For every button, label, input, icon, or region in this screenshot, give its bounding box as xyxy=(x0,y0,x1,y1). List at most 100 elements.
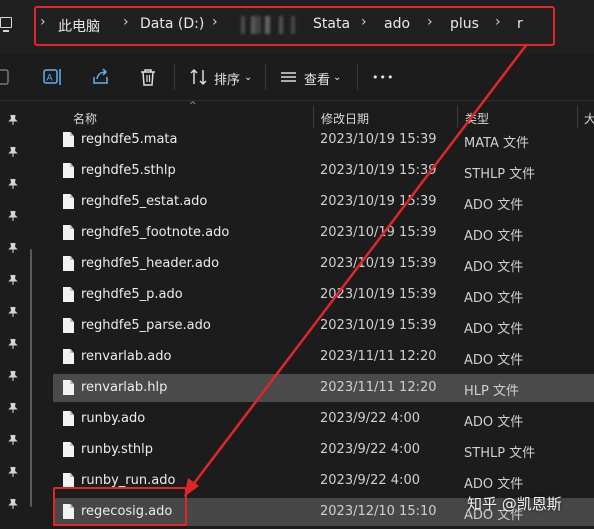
file-date: 2023/11/11 12:20 xyxy=(320,349,437,364)
file-name: runby.ado xyxy=(81,411,146,426)
file-type: MATA 文件 xyxy=(464,136,530,151)
file-row[interactable]: reghdfe5_p.ado 2023/10/19 15:39 ADO 文件 xyxy=(53,281,594,309)
pin-icon[interactable] xyxy=(8,403,18,413)
file-icon xyxy=(63,442,74,457)
rename-icon[interactable]: A xyxy=(43,67,63,87)
file-name: runby_run.ado xyxy=(81,473,176,488)
file-row[interactable]: reghdfe5.mata 2023/10/19 15:39 MATA 文件 xyxy=(53,126,594,154)
pin-icon[interactable] xyxy=(8,371,18,381)
view-icon[interactable] xyxy=(279,67,299,87)
file-icon xyxy=(63,411,74,426)
toolbar-divider xyxy=(357,64,358,90)
file-icon xyxy=(63,349,74,364)
pin-icon[interactable] xyxy=(8,499,18,509)
file-type: STHLP 文件 xyxy=(464,446,536,461)
file-name: reghdfe5_estat.ado xyxy=(81,194,208,209)
file-icon xyxy=(63,163,74,178)
delete-icon[interactable] xyxy=(138,67,158,87)
file-name: reghdfe5.sthlp xyxy=(81,163,176,178)
column-header: ^ 名称 修改日期 类型 大 xyxy=(46,101,594,128)
command-bar: A 排序 ⌄ 查看 ⌄ ••• xyxy=(0,54,594,101)
highlight-box-file xyxy=(53,487,187,526)
file-icon xyxy=(63,380,74,395)
file-date: 2023/9/22 4:00 xyxy=(320,411,420,426)
computer-icon xyxy=(0,17,12,32)
file-row[interactable]: reghdfe5_footnote.ado 2023/10/19 15:39 A… xyxy=(53,219,594,247)
file-date: 2023/10/19 15:39 xyxy=(320,194,437,209)
file-name: reghdfe5_header.ado xyxy=(81,256,220,271)
sort-button[interactable]: 排序 xyxy=(214,69,240,88)
view-button[interactable]: 查看 xyxy=(304,69,330,88)
chevron-down-icon[interactable]: ⌄ xyxy=(333,72,341,83)
file-date: 2023/9/22 4:00 xyxy=(320,442,420,457)
file-name: reghdfe5_footnote.ado xyxy=(81,225,230,240)
file-date: 2023/10/19 15:39 xyxy=(320,225,437,240)
pin-icon[interactable] xyxy=(8,307,18,317)
svg-text:A: A xyxy=(47,74,54,84)
file-date: 2023/10/19 15:39 xyxy=(320,256,437,271)
address-bar[interactable]: › 此电脑 › Data (D:) › Stata › ado › plus ›… xyxy=(0,0,594,54)
file-row[interactable]: runby.sthlp 2023/9/22 4:00 STHLP 文件 xyxy=(53,436,594,464)
file-type: ADO 文件 xyxy=(464,291,524,306)
file-date: 2023/10/19 15:39 xyxy=(320,318,437,333)
file-row-selected[interactable]: renvarlab.hlp 2023/11/11 12:20 HLP 文件 xyxy=(53,374,594,402)
pin-icon[interactable] xyxy=(8,179,18,189)
column-size[interactable]: 大 xyxy=(584,110,594,127)
nav-scrollbar[interactable] xyxy=(30,249,32,507)
file-type: HLP 文件 xyxy=(464,384,519,399)
more-icon[interactable]: ••• xyxy=(372,71,394,84)
toolbar-divider xyxy=(265,64,266,90)
file-icon xyxy=(63,256,74,271)
file-row[interactable]: reghdfe5_parse.ado 2023/10/19 15:39 ADO … xyxy=(53,312,594,340)
pin-icon[interactable] xyxy=(8,147,18,157)
copy-icon[interactable] xyxy=(0,67,12,87)
file-type: ADO 文件 xyxy=(464,477,524,492)
file-name: reghdfe5_parse.ado xyxy=(81,318,211,333)
file-icon xyxy=(63,473,74,488)
file-row[interactable]: renvarlab.ado 2023/11/11 12:20 ADO 文件 xyxy=(53,343,594,371)
pin-icon[interactable] xyxy=(8,339,18,349)
file-row[interactable]: reghdfe5_estat.ado 2023/10/19 15:39 ADO … xyxy=(53,188,594,216)
watermark: 知乎 @凯恩斯 xyxy=(467,495,562,513)
column-divider[interactable] xyxy=(577,105,578,128)
toolbar-divider xyxy=(174,64,175,90)
file-row[interactable]: runby.ado 2023/9/22 4:00 ADO 文件 xyxy=(53,405,594,433)
file-row[interactable]: reghdfe5_header.ado 2023/10/19 15:39 ADO… xyxy=(53,250,594,278)
file-type: ADO 文件 xyxy=(464,229,524,244)
file-type: STHLP 文件 xyxy=(464,167,536,182)
pin-icon[interactable] xyxy=(8,467,18,477)
column-type[interactable]: 类型 xyxy=(465,110,489,127)
file-icon xyxy=(63,318,74,333)
file-date: 2023/10/19 15:39 xyxy=(320,163,437,178)
file-date: 2023/10/19 15:39 xyxy=(320,287,437,302)
sort-icon[interactable] xyxy=(189,67,209,87)
share-icon[interactable] xyxy=(91,67,111,87)
sort-ascending-icon: ^ xyxy=(189,101,197,111)
file-type: ADO 文件 xyxy=(464,198,524,213)
pin-icon[interactable] xyxy=(8,435,18,445)
file-name: reghdfe5.mata xyxy=(81,132,178,147)
pin-icon[interactable] xyxy=(8,275,18,285)
file-name: renvarlab.hlp xyxy=(81,380,168,395)
chevron-down-icon[interactable]: ⌄ xyxy=(244,72,252,83)
file-date: 2023/11/11 12:20 xyxy=(320,380,437,395)
file-type: ADO 文件 xyxy=(464,353,524,368)
file-name: renvarlab.ado xyxy=(81,349,172,364)
column-name[interactable]: 名称 xyxy=(73,110,97,127)
file-name: runby.sthlp xyxy=(81,442,154,457)
file-type: ADO 文件 xyxy=(464,322,524,337)
column-divider[interactable] xyxy=(457,105,458,128)
file-date: 2023/10/19 15:39 xyxy=(320,132,437,147)
file-type: ADO 文件 xyxy=(464,415,524,430)
file-date: 2023/12/10 15:10 xyxy=(320,504,437,519)
file-type: ADO 文件 xyxy=(464,260,524,275)
pin-icon[interactable] xyxy=(8,211,18,221)
highlight-box-path xyxy=(34,6,555,46)
column-divider[interactable] xyxy=(313,105,314,128)
pin-icon[interactable] xyxy=(8,115,18,125)
column-date[interactable]: 修改日期 xyxy=(321,110,369,127)
pin-icon[interactable] xyxy=(8,243,18,253)
file-name: reghdfe5_p.ado xyxy=(81,287,183,302)
file-icon xyxy=(63,225,74,240)
file-row[interactable]: reghdfe5.sthlp 2023/10/19 15:39 STHLP 文件 xyxy=(53,157,594,185)
